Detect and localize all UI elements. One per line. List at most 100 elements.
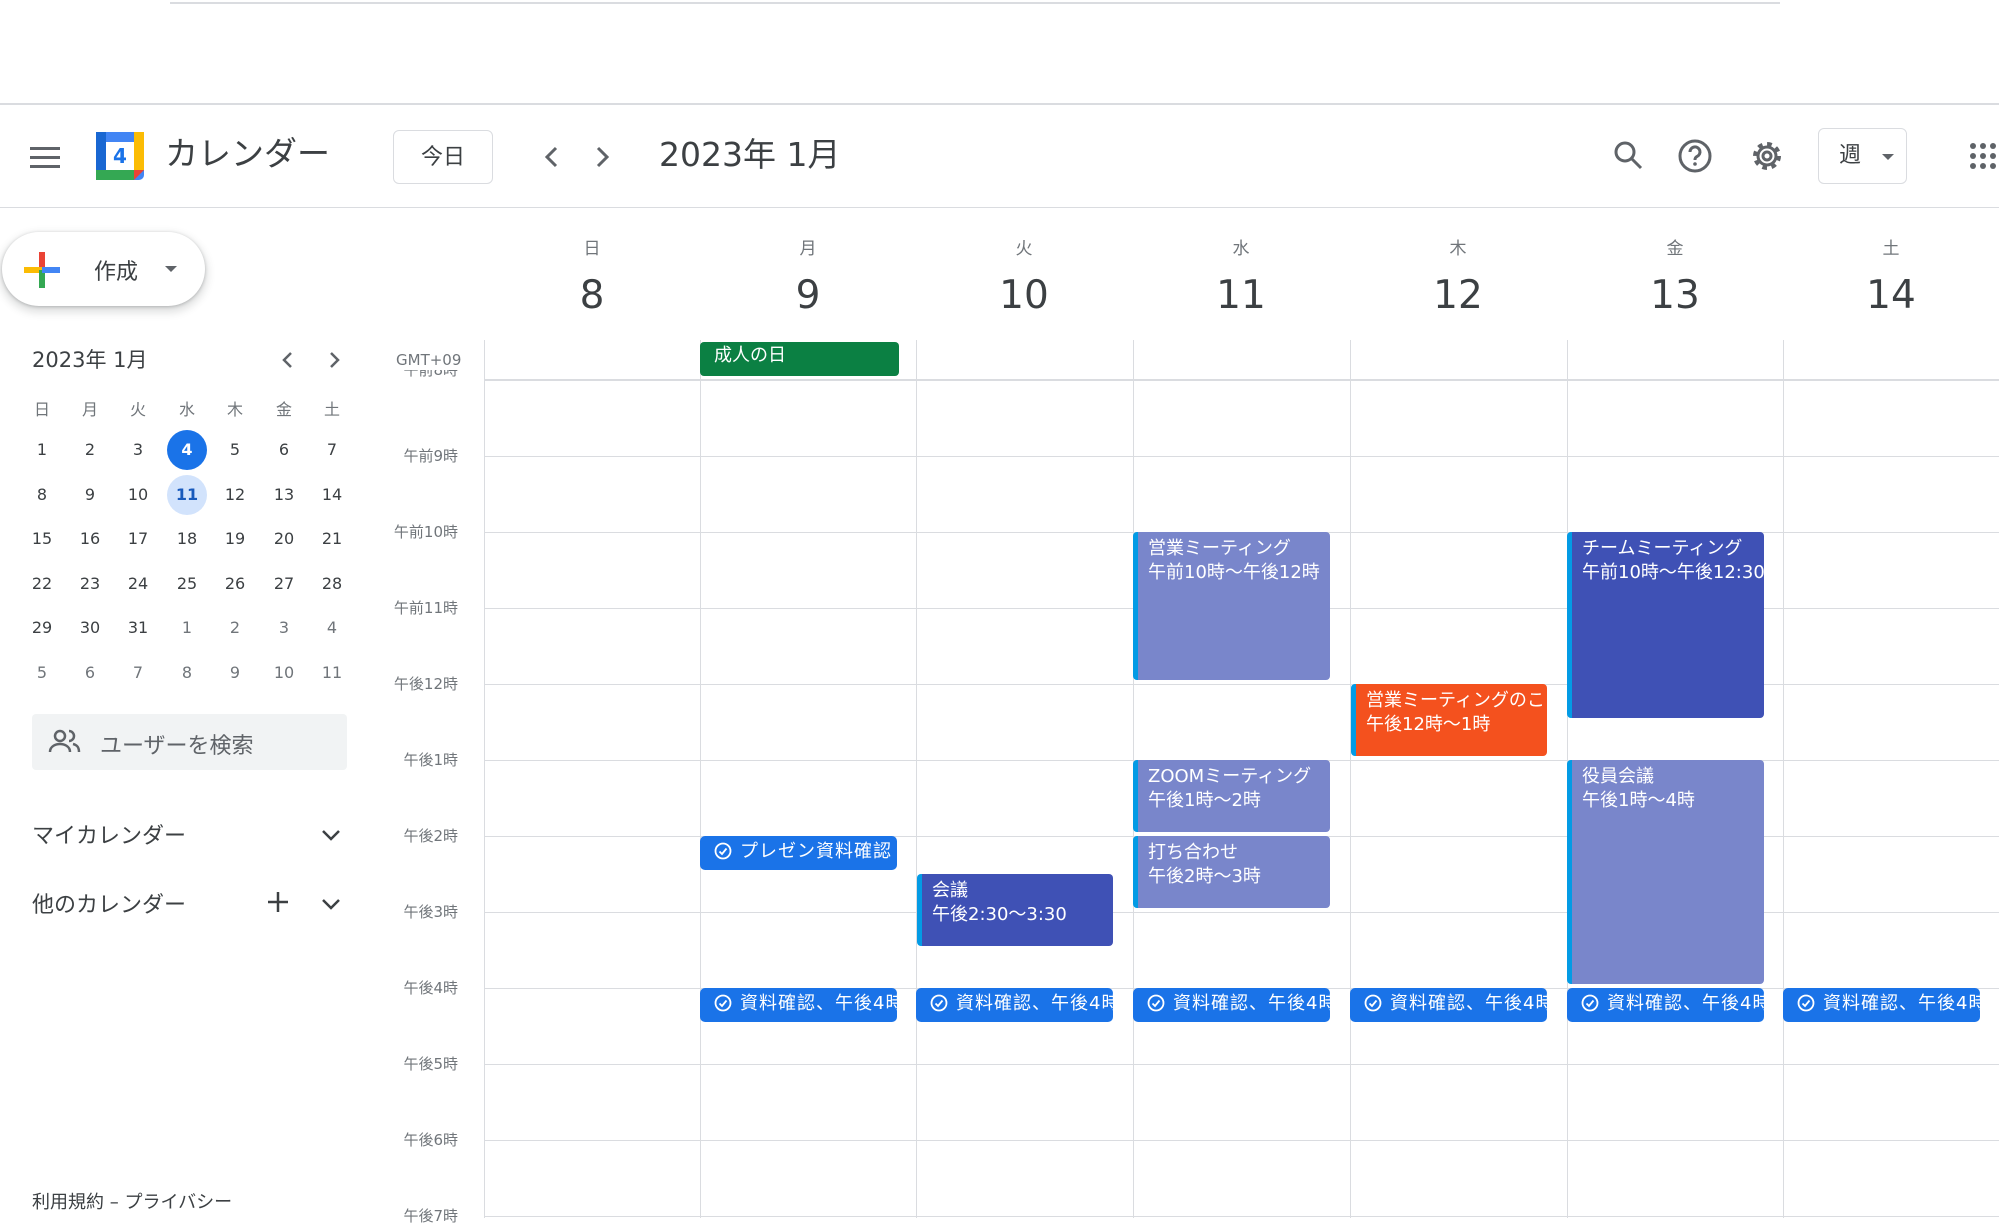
mini-next-month-button[interactable] xyxy=(320,346,348,374)
chevron-down-icon xyxy=(322,899,340,910)
mini-calendar-day[interactable]: 11 xyxy=(167,474,207,515)
task-chip[interactable]: 資料確認、午後4時 xyxy=(1783,988,1980,1022)
mini-calendar-day[interactable]: 1 xyxy=(22,430,62,470)
event-time: 午後2:30〜3:30 xyxy=(932,904,1067,925)
mini-calendar-day[interactable]: 7 xyxy=(118,653,158,693)
mini-calendar-day[interactable]: 9 xyxy=(70,475,110,515)
terms-privacy-link[interactable]: 利用規約 – プライバシー xyxy=(32,1188,232,1214)
mini-calendar-day[interactable]: 9 xyxy=(215,653,255,693)
calendar-event[interactable]: 会議 午後2:30〜3:30 xyxy=(917,874,1113,946)
mini-calendar-day[interactable]: 28 xyxy=(312,564,352,604)
my-calendars-toggle[interactable] xyxy=(316,820,346,850)
mini-calendar-day[interactable]: 20 xyxy=(264,519,304,559)
mini-calendar-day[interactable]: 19 xyxy=(215,519,255,559)
mini-calendar-day[interactable]: 12 xyxy=(215,475,255,515)
calendar-event[interactable]: 営業ミーティングのこ 午後12時〜1時 xyxy=(1351,684,1547,756)
hour-gridline xyxy=(484,1064,1999,1065)
event-title: 会議 xyxy=(932,880,968,901)
help-button[interactable] xyxy=(1672,133,1718,179)
mini-calendar-day[interactable]: 18 xyxy=(167,519,207,559)
previous-week-button[interactable] xyxy=(530,135,574,179)
day-number[interactable]: 10 xyxy=(964,270,1084,322)
calendar-logo[interactable]: 4 xyxy=(94,130,146,182)
calendar-event[interactable]: ZOOMミーティング 午後1時〜2時 xyxy=(1133,760,1330,832)
task-chip[interactable]: 資料確認、午後4時 xyxy=(1567,988,1764,1022)
day-of-week-label: 金 xyxy=(1666,239,1684,259)
task-chip[interactable]: プレゼン資料確認 xyxy=(700,836,897,870)
task-chip[interactable]: 資料確認、午後4時 xyxy=(1133,988,1330,1022)
mini-calendar-day[interactable]: 27 xyxy=(264,564,304,604)
apps-button[interactable] xyxy=(1968,140,1998,172)
task-chip[interactable]: 資料確認、午後4時 xyxy=(700,988,897,1022)
day-number[interactable]: 11 xyxy=(1181,270,1301,322)
other-calendars-toggle[interactable] xyxy=(316,889,346,919)
mini-calendar-day[interactable]: 25 xyxy=(167,564,207,604)
mini-calendar-day[interactable]: 11 xyxy=(312,653,352,693)
mini-calendar-day[interactable]: 7 xyxy=(312,430,352,470)
calendar-event[interactable]: 営業ミーティング 午前10時〜午後12時 xyxy=(1133,532,1330,680)
mini-calendar-day[interactable]: 17 xyxy=(118,519,158,559)
event-title: 打ち合わせ xyxy=(1148,842,1238,863)
mini-calendar-day[interactable]: 15 xyxy=(22,519,62,559)
mini-calendar-day[interactable]: 8 xyxy=(22,475,62,515)
today-button[interactable]: 今日 xyxy=(393,130,493,184)
mini-calendar-day[interactable]: 5 xyxy=(215,430,255,470)
mini-calendar-day[interactable]: 10 xyxy=(264,653,304,693)
mini-calendar-day[interactable]: 29 xyxy=(22,608,62,648)
mini-calendar-dow: 水 xyxy=(178,400,195,419)
search-button[interactable] xyxy=(1605,133,1651,179)
mini-calendar-day[interactable]: 13 xyxy=(264,475,304,515)
settings-button[interactable] xyxy=(1744,133,1790,179)
next-week-button[interactable] xyxy=(580,135,624,179)
task-title: プレゼン資料確認 xyxy=(740,841,892,862)
mini-calendar-day[interactable]: 21 xyxy=(312,519,352,559)
calendar-event[interactable]: チームミーティング 午前10時〜午後12:30 xyxy=(1567,532,1764,718)
task-chip[interactable]: 資料確認、午後4時 xyxy=(916,988,1113,1022)
day-number[interactable]: 9 xyxy=(748,270,868,322)
mini-calendar-dow: 月 xyxy=(81,400,98,419)
header-top-border xyxy=(0,103,1999,105)
day-column-divider xyxy=(1350,340,1351,1218)
mini-calendar-day[interactable]: 2 xyxy=(215,608,255,648)
task-chip[interactable]: 資料確認、午後4時 xyxy=(1350,988,1547,1022)
day-number[interactable]: 14 xyxy=(1831,270,1951,322)
mini-calendar-day[interactable]: 14 xyxy=(312,475,352,515)
day-number[interactable]: 13 xyxy=(1615,270,1735,322)
mini-calendar-day[interactable]: 16 xyxy=(70,519,110,559)
mini-calendar-day[interactable]: 30 xyxy=(70,608,110,648)
holiday-event[interactable]: 成人の日 xyxy=(700,342,899,376)
mini-calendar-day[interactable]: 6 xyxy=(264,430,304,470)
mini-calendar-day[interactable]: 8 xyxy=(167,653,207,693)
mini-calendar-day[interactable]: 3 xyxy=(118,430,158,470)
hour-label: 午後5時 xyxy=(403,1055,458,1073)
mini-calendar-day[interactable]: 2 xyxy=(70,430,110,470)
mini-calendar-day[interactable]: 5 xyxy=(22,653,62,693)
mini-calendar-day[interactable]: 3 xyxy=(264,608,304,648)
mini-prev-month-button[interactable] xyxy=(274,346,302,374)
chevron-right-icon xyxy=(596,146,610,168)
mini-calendar-day[interactable]: 26 xyxy=(215,564,255,604)
my-calendars-heading[interactable]: マイカレンダー xyxy=(32,818,186,850)
mini-calendar-day[interactable]: 23 xyxy=(70,564,110,604)
mini-calendar-day[interactable]: 4 xyxy=(312,608,352,648)
mini-calendar-day[interactable]: 24 xyxy=(118,564,158,604)
add-other-calendar-button[interactable] xyxy=(263,887,293,917)
mini-calendar-day[interactable]: 4 xyxy=(167,430,207,470)
current-month-title: 2023年 1月 xyxy=(659,135,841,174)
other-calendars-heading[interactable]: 他のカレンダー xyxy=(32,887,186,919)
view-selector[interactable]: 週 xyxy=(1818,128,1907,184)
create-button-label: 作成 xyxy=(94,260,139,285)
calendar-event[interactable]: 打ち合わせ 午後2時〜3時 xyxy=(1133,836,1330,908)
mini-calendar-day[interactable]: 6 xyxy=(70,653,110,693)
main-menu-button[interactable] xyxy=(22,134,68,180)
hamburger-icon xyxy=(30,147,60,168)
day-number[interactable]: 12 xyxy=(1398,270,1518,322)
mini-calendar-day[interactable]: 10 xyxy=(118,475,158,515)
day-number[interactable]: 8 xyxy=(532,270,652,322)
mini-calendar-day[interactable]: 1 xyxy=(167,608,207,648)
mini-calendar-day[interactable]: 22 xyxy=(22,564,62,604)
search-icon xyxy=(1614,141,1643,170)
calendar-event[interactable]: 役員会議 午後1時〜4時 xyxy=(1567,760,1764,984)
event-time: 午前10時〜午後12:30 xyxy=(1582,562,1764,583)
mini-calendar-day[interactable]: 31 xyxy=(118,608,158,648)
